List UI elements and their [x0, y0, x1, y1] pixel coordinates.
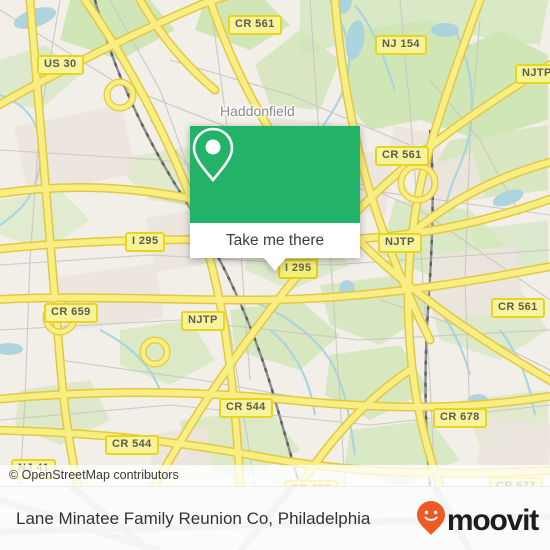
moovit-smile-pin-icon [416, 501, 445, 540]
shield-cr-561-south[interactable]: CR 561 [491, 298, 545, 318]
popup-tail [264, 258, 286, 271]
moovit-map-screenshot: Haddonfield CR 561 NJ 154 US 30 NJTP CR … [0, 0, 550, 550]
shield-cr-561-north[interactable]: CR 561 [228, 15, 282, 35]
page-title: Lane Minatee Family Reunion Co, Philadel… [16, 509, 371, 528]
place-label-haddonfield: Haddonfield [220, 103, 295, 119]
moovit-wordmark: moovit [446, 503, 539, 537]
shield-us-30[interactable]: US 30 [37, 55, 84, 75]
popup-action-bar[interactable]: Take me there [190, 223, 360, 258]
shield-cr-544-east[interactable]: CR 544 [219, 398, 273, 418]
take-me-there-label: Take me there [225, 231, 325, 249]
shield-njtp-east[interactable]: NJTP [378, 233, 422, 253]
shield-nj-154[interactable]: NJ 154 [375, 35, 427, 55]
map-attribution[interactable]: © OpenStreetMap contributors [0, 465, 550, 486]
footer-bar: Lane Minatee Family Reunion Co, Philadel… [0, 486, 550, 550]
shield-njtp-northeast[interactable]: NJTP [515, 64, 550, 84]
shield-cr-544-west[interactable]: CR 544 [105, 435, 159, 455]
shield-i-295-west[interactable]: I 295 [125, 232, 166, 252]
shield-cr-678[interactable]: CR 678 [433, 408, 487, 428]
map-canvas[interactable]: Haddonfield CR 561 NJ 154 US 30 NJTP CR … [0, 0, 550, 486]
popup-image-area [190, 126, 360, 223]
shield-cr-659[interactable]: CR 659 [44, 303, 98, 323]
shield-njtp-southwest[interactable]: NJTP [181, 311, 225, 331]
location-popup-card[interactable]: Take me there [190, 126, 360, 271]
shield-cr-561-east[interactable]: CR 561 [375, 146, 429, 166]
moovit-logo[interactable]: moovit [416, 501, 539, 540]
